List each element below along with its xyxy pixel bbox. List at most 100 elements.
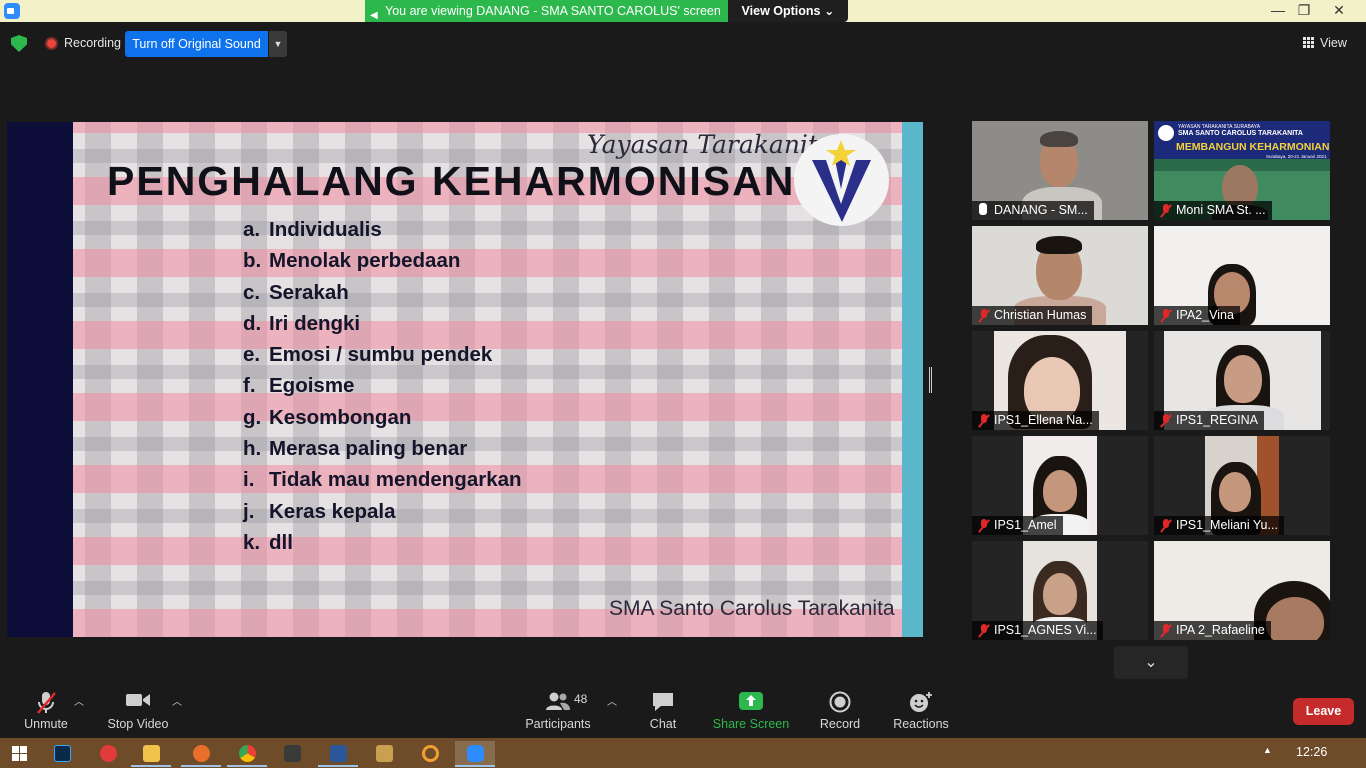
participant-tile[interactable]: IPA 2_Rafaeline [1154,541,1330,640]
chrome-icon[interactable] [227,741,267,767]
participant-tile[interactable]: IPS1_Ellena Na... [972,331,1148,430]
view-button-label: View [1320,36,1347,50]
participant-head [1266,597,1324,640]
title-bar: ◀ You are viewing DANANG - SMA SANTO CAR… [0,0,1366,22]
event-banner: YAYASAN TARAKANITA SURABAYA SMA SANTO CA… [1154,121,1330,159]
windows-start-icon[interactable] [0,741,40,767]
participant-tile[interactable]: IPA2_Vina [1154,226,1330,325]
viewing-banner: ◀ You are viewing DANANG - SMA SANTO CAR… [365,0,728,22]
slide-right-band [902,122,923,637]
participant-tile[interactable]: IPS1_Amel [972,436,1148,535]
list-item: b. Menolak perbedaan [243,249,461,273]
recording-icon [45,37,58,50]
leave-button[interactable]: Leave [1293,698,1354,725]
participants-options-caret[interactable]: ︿ [607,693,617,708]
participant-name: DANANG - SM... [972,201,1094,220]
tools-icon[interactable] [364,741,404,767]
mic-muted-icon [978,309,990,322]
participant-tile[interactable]: IPS1_REGINA [1154,331,1330,430]
video-camera-icon [125,691,151,712]
search-magnifier-icon[interactable] [410,741,450,767]
taskbar-clock[interactable]: 12:26 [1296,745,1327,759]
participant-tile[interactable]: IPS1_Meliani Yu... [1154,436,1330,535]
record-button[interactable]: Record [812,683,868,738]
unmute-button[interactable]: Unmute [14,683,78,738]
participant-name: IPS1_Meliani Yu... [1154,516,1284,535]
list-item: g. Kesombongan [243,405,412,429]
mic-muted-icon [978,414,990,427]
slide-left-band [7,122,85,637]
participant-name: IPS1_Ellena Na... [972,411,1099,430]
windows-taskbar [0,738,1366,768]
file-explorer-icon[interactable] [131,741,171,767]
photoshop-icon[interactable] [42,741,82,767]
viewing-banner-text: You are viewing DANANG - SMA SANTO CAROL… [385,4,721,18]
participants-button[interactable]: 48 Participants [520,683,596,738]
mic-muted-icon [35,691,57,718]
participants-icon [545,691,571,714]
video-options-caret[interactable]: ︿ [172,693,182,708]
list-item: e. Emosi / sumbu pendek [243,343,493,367]
slide-footer: SMA Santo Carolus Tarakanita [609,597,895,620]
word-icon[interactable] [318,741,358,767]
mic-muted-icon [1160,204,1172,217]
participant-head [1043,470,1077,512]
original-sound-dropdown[interactable]: ▼ [269,31,287,57]
maximize-button[interactable]: ❐ [1291,0,1317,22]
meeting-controls-bar: Unmute ︿ Stop Video ︿ 48 Participants ︿ … [0,683,1366,738]
firefox-icon[interactable] [181,741,221,767]
record-icon [829,691,851,716]
view-options-button[interactable]: View Options ⌄ [728,0,848,22]
reactions-button[interactable]: Reactions [890,683,952,738]
participant-tile[interactable]: YAYASAN TARAKANITA SURABAYA SMA SANTO CA… [1154,121,1330,220]
share-screen-button[interactable]: Share Screen [712,683,790,738]
school-logo-icon [794,134,889,226]
original-sound-button[interactable]: Turn off Original Sound [125,31,268,57]
mic-muted-icon [1160,519,1172,532]
zoom-meeting-window: ◀ You are viewing DANANG - SMA SANTO CAR… [0,0,1366,768]
list-item: h. Merasa paling benar [243,437,468,461]
list-item: j. Keras kepala [243,499,396,523]
split-divider-handle[interactable] [929,367,932,393]
gallery-next-page-button[interactable]: ⌄ [1114,646,1188,679]
participant-tile[interactable]: Christian Humas [972,226,1148,325]
participant-name: IPS1_REGINA [1154,411,1264,430]
recording-label[interactable]: Recording [64,36,121,50]
mic-muted-icon [978,624,990,637]
list-item: k. dll [243,530,293,554]
participant-hair [1040,131,1078,147]
view-button[interactable]: View [1303,33,1363,53]
emoji-add-icon [908,691,934,716]
media-player-icon[interactable] [272,741,312,767]
minimize-button[interactable]: — [1265,0,1291,22]
participant-name: IPS1_Amel [972,516,1063,535]
stop-video-button[interactable]: Stop Video [104,683,172,738]
audio-options-caret[interactable]: ︿ [74,693,84,708]
participant-tile[interactable]: IPS1_AGNES Vi... [972,541,1148,640]
slide-list: a. Individualis b. Menolak perbedaan c. Ser… [243,218,522,562]
participant-name: IPS1_AGNES Vi... [972,621,1103,640]
share-screen-icon [738,691,764,714]
shared-screen-slide: Yayasan Tarakanita PENGHALANG KEHARMONIS… [7,122,923,637]
close-button[interactable]: ✕ [1326,0,1352,22]
chat-button[interactable]: Chat [636,683,690,738]
chevron-down-icon: ⌄ [1144,654,1158,671]
security-shield-icon[interactable] [11,35,27,52]
participant-tile[interactable]: DANANG - SM... [972,121,1148,220]
school-logo-icon [1158,125,1174,141]
zoom-app-icon [4,3,20,19]
slide-heading: PENGHALANG KEHARMONISAN [107,158,796,204]
screen-recorder-icon[interactable] [88,741,128,767]
zoom-taskbar-icon[interactable] [455,741,495,767]
participant-hair [1036,236,1082,254]
mic-muted-icon [1160,309,1172,322]
tray-expand-icon[interactable]: ▲ [1263,745,1272,755]
list-item: c. Serakah [243,280,349,304]
list-item: f. Egoisme [243,374,355,398]
mic-muted-icon [978,519,990,532]
participant-name: IPA 2_Rafaeline [1154,621,1271,640]
participant-name: IPA2_Vina [1154,306,1240,325]
list-item: i. Tidak mau mendengarkan [243,468,522,492]
grid-view-icon [1303,37,1314,48]
chat-bubble-icon [651,691,675,716]
